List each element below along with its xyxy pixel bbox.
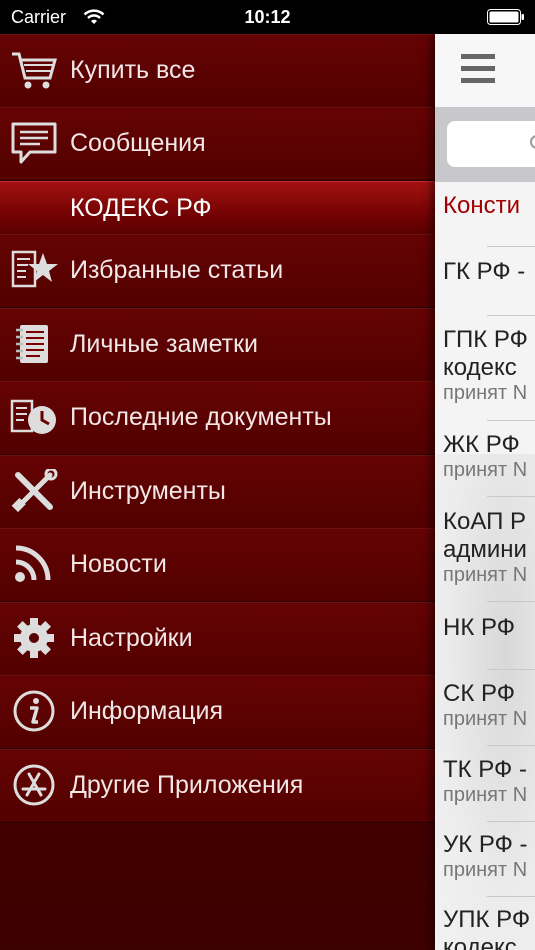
nav-bar [435,34,535,108]
divider [487,821,535,822]
list-item-subtitle: принят N [443,459,528,481]
list-item-title: Консти [443,192,520,219]
list-item[interactable]: ГК РФ - [443,258,535,286]
list-item[interactable]: ЖК РФ принят N [443,431,535,482]
section-header-codex: КОДЕКС РФ [0,181,435,235]
menu-item-settings[interactable]: Настройки [0,602,435,676]
list-item[interactable]: НК РФ [443,614,535,642]
list-item[interactable]: УПК РФ кодекс [443,906,535,950]
hamburger-line [461,54,495,59]
app-store-icon [13,764,55,806]
list-item[interactable]: КоАП Р админи принят N [443,508,535,587]
menu-item-label: Новости [70,550,167,578]
divider [487,745,535,746]
list-item-active[interactable]: Консти [443,192,535,220]
menu-item-label: Другие Приложения [70,771,304,799]
list-item[interactable]: ТК РФ - принят N [443,756,535,807]
menu-item-favorites[interactable]: Избранные статьи [0,234,435,308]
divider [487,496,535,497]
list-item-title: ГК РФ - [443,258,526,285]
cart-icon [12,52,57,89]
rss-icon [15,545,51,582]
list-item-subtitle: принят N [443,564,528,586]
menu-item-label: Настройки [70,624,193,652]
tools-icon [11,469,58,513]
list-item[interactable]: УК РФ - принят N [443,831,535,882]
battery-icon [487,9,524,25]
section-header-label: КОДЕКС РФ [70,194,212,222]
list-item[interactable]: СК РФ принят N [443,680,535,731]
notebook-icon [16,325,48,363]
list-item-title: КоАП Р [443,508,526,535]
menu-item-label: Информация [70,697,224,725]
list-item-line2: админи [443,536,527,563]
status-bar: Carrier 10:12 [0,0,535,34]
menu-item-label: Инструменты [70,477,226,505]
menu-item-recent-documents[interactable]: Последние документы [0,381,435,455]
hamburger-line [461,66,495,71]
star-document-icon [11,250,58,288]
search-icon [530,135,535,149]
list-item-title: УК РФ - [443,831,528,858]
divider [487,315,535,316]
list-item-title: УПК РФ [443,906,531,933]
side-menu: Купить все Сообщения КОДЕКС РФ Избранные… [0,34,435,950]
menu-item-label: Избранные статьи [70,256,284,284]
recent-docs-icon [10,399,56,434]
menu-item-information[interactable]: Информация [0,675,435,749]
menu-item-label: Сообщения [70,129,206,157]
menu-item-buy-all[interactable]: Купить все [0,34,435,108]
menu-item-notes[interactable]: Личные заметки [0,308,435,382]
list-item-line2: кодекс [443,354,517,381]
menu-item-label: Купить все [70,56,196,84]
message-icon [11,122,57,164]
list-item-title: СК РФ [443,680,515,707]
menu-item-label: Личные заметки [70,330,259,358]
list-item-title: ЖК РФ [443,431,520,458]
menu-item-label: Последние документы [70,403,332,431]
menu-item-tools[interactable]: Инструменты [0,455,435,529]
list-item-line2: кодекс [443,934,517,950]
list-item-title: НК РФ [443,614,515,641]
menu-item-news[interactable]: Новости [0,528,435,602]
list-item-subtitle: принят N [443,708,528,730]
content-panel: Консти ГК РФ - ГПК РФ кодекс принят N ЖК… [435,34,535,950]
divider [487,246,535,247]
gear-icon [14,618,54,658]
menu-toggle-button[interactable] [461,54,495,86]
list-item-subtitle: принят N [443,784,528,806]
menu-item-messages[interactable]: Сообщения [0,107,435,181]
list-item-subtitle: принят N [443,859,528,881]
clock: 10:12 [244,7,291,27]
search-input[interactable] [447,121,535,167]
hamburger-line [461,78,495,83]
list-item-title: ТК РФ - [443,756,527,783]
divider [487,601,535,602]
search-bar [435,107,535,182]
info-icon [13,690,55,732]
list-item[interactable]: ГПК РФ кодекс принят N [443,326,535,405]
divider [487,896,535,897]
menu-item-other-apps[interactable]: Другие Приложения [0,749,435,823]
divider [487,669,535,670]
list-item-title: ГПК РФ [443,326,528,353]
divider [487,420,535,421]
list-item-subtitle: принят N [443,382,528,404]
